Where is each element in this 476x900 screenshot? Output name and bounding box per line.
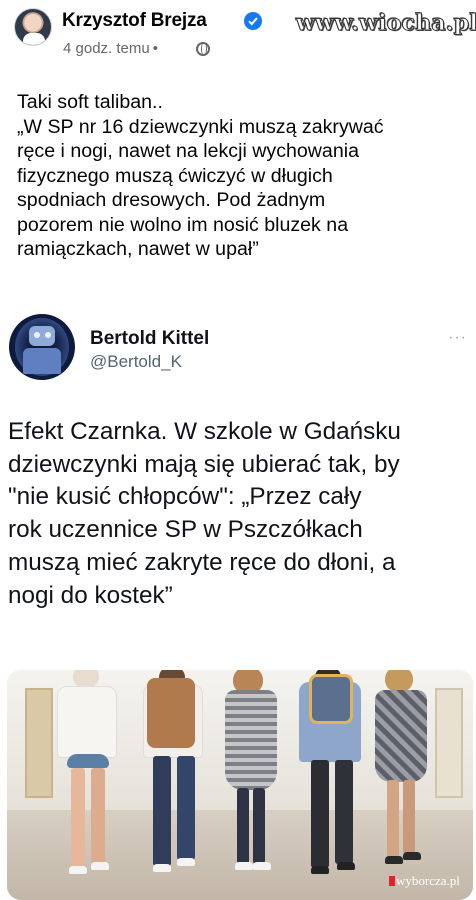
post-text: Taki soft taliban.. „W SP nr 16 dziewczy… xyxy=(17,90,469,262)
tweet-author-avatar[interactable] xyxy=(9,314,75,380)
post-text-line: spodniach dresowych. Pod żadnym xyxy=(17,189,326,211)
tweet-photo[interactable] xyxy=(7,670,473,900)
site-watermark: www.wiocha.pl xyxy=(296,10,476,37)
post-text-line: fizycznego muszą ćwiczyć w długich xyxy=(17,164,333,187)
post-text-line: Taki soft taliban.. xyxy=(17,91,163,113)
tweet-text: Efekt Czarnka. W szkole w Gdańsku dziewc… xyxy=(8,416,470,612)
post-text-line: ręce i nogi, nawet na lekcji wychowania xyxy=(17,140,359,162)
tweet-text-line: rok uczennice SP w Pszczółkach xyxy=(8,516,363,544)
meta-separator: • xyxy=(152,40,158,57)
post-text-line: ramiączkach, nawet w upał” xyxy=(17,238,259,260)
tweet-text-line: "nie kusić chłopców": „Przez cały xyxy=(8,483,362,511)
tweet-text-line: muszą mieć zakryte ręce do dłoni, a xyxy=(8,548,396,576)
tweet-author-name[interactable]: Bertold Kittel xyxy=(90,328,209,350)
facebook-post: Krzysztof Brejza 4 godz. temu • www.wioch… xyxy=(0,0,476,305)
author-avatar[interactable] xyxy=(14,8,52,46)
tweet-author-handle[interactable]: @Bertold_K xyxy=(90,352,182,372)
tweet-text-line: nogi do kostek” xyxy=(8,581,173,609)
post-meta: 4 godz. temu • xyxy=(63,40,161,57)
tweet: Bertold Kittel @Bertold_K ··· Efekt Czar… xyxy=(0,305,476,900)
globe-icon xyxy=(196,42,210,56)
post-timestamp[interactable]: 4 godz. temu xyxy=(63,40,150,57)
author-name[interactable]: Krzysztof Brejza xyxy=(62,10,207,32)
verified-badge-icon xyxy=(244,12,262,30)
photo-credit: wyborcza.pl xyxy=(396,873,460,888)
wyborcza-logo-mark xyxy=(389,876,395,886)
tweet-text-line: dziewczynki mają się ubierać tak, by xyxy=(8,450,400,478)
post-text-line: „W SP nr 16 dziewczynki muszą zakrywać xyxy=(17,115,384,138)
post-text-line: pozorem nie wolno im nosić bluzek na xyxy=(17,213,349,236)
tweet-text-line: Efekt Czarnka. W szkole w Gdańsku xyxy=(8,418,401,445)
more-options-icon[interactable]: ··· xyxy=(448,329,467,347)
